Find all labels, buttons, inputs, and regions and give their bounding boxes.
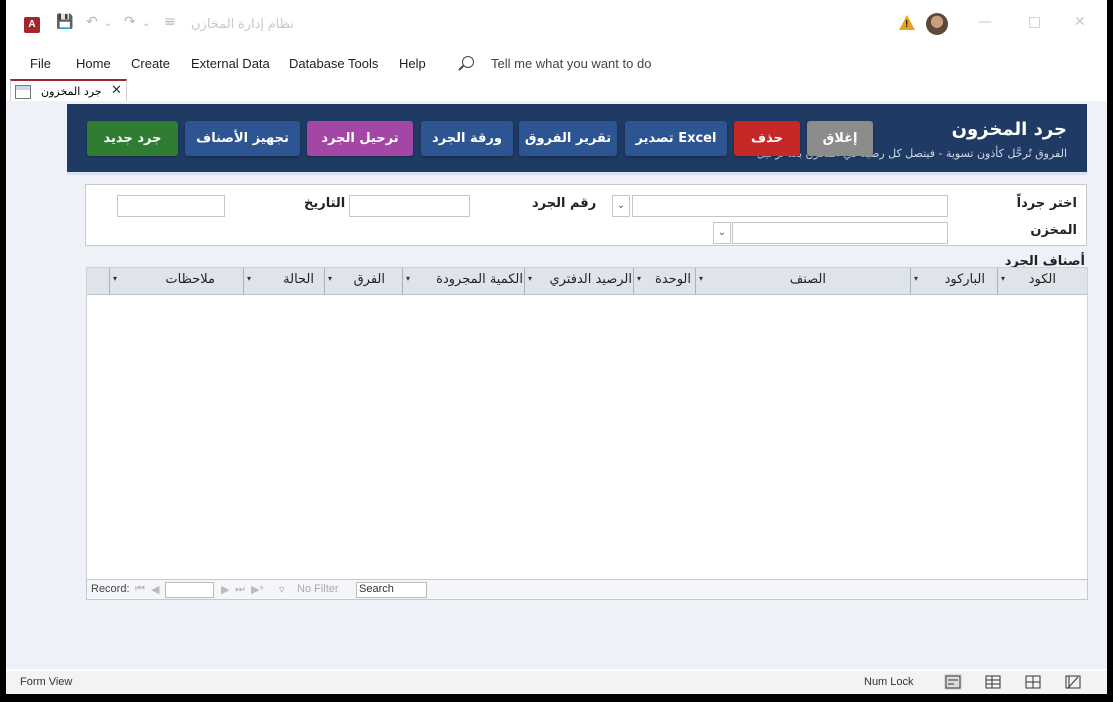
title-bar: A 💾 ↶ ⌄ ↷ ⌄ ≡ نظام إدارة المخازن ! — □ ✕	[6, 0, 1107, 50]
filter-panel: اختر جرداً ⌄ رقم الجرد التاريخ المخزن ⌄	[85, 184, 1087, 246]
first-record-icon[interactable]: ⏮	[135, 583, 145, 596]
customize-icon[interactable]: ≡	[164, 14, 176, 30]
warning-mark: !	[905, 19, 909, 30]
close-form-button[interactable]: إغلاق	[807, 121, 873, 156]
column-filter-icon[interactable]: ▾	[328, 274, 332, 283]
avatar[interactable]	[926, 13, 948, 35]
save-icon[interactable]: 💾	[56, 14, 73, 30]
document-tab-label: جرد المخزون	[41, 85, 102, 98]
record-number-field[interactable]	[165, 582, 214, 598]
next-record-icon[interactable]: ▶	[221, 583, 229, 596]
delete-button[interactable]: حذف	[734, 121, 800, 156]
inventory-sheet-button[interactable]: ورقة الجرد	[421, 121, 513, 156]
column-header-code[interactable]: ▾ الكود	[997, 268, 1068, 294]
column-header-counted-qty[interactable]: ▾ الكمية المجرودة	[402, 268, 524, 294]
search-label: Search	[359, 583, 394, 595]
num-lock-status: Num Lock	[864, 676, 914, 688]
redo-dropdown-icon[interactable]: ⌄	[142, 18, 150, 29]
column-filter-icon[interactable]: ▾	[247, 274, 251, 283]
column-filter-icon[interactable]: ▾	[528, 274, 532, 283]
warehouse-dropdown-icon[interactable]: ⌄	[713, 222, 731, 244]
choose-inventory-dropdown-icon[interactable]: ⌄	[612, 195, 630, 217]
view-status: Form View	[20, 676, 73, 688]
tab-home[interactable]: Home	[76, 56, 111, 71]
design-view-icon[interactable]	[1064, 674, 1082, 690]
column-header-book-balance[interactable]: ▾ الرصيد الدفتري	[524, 268, 633, 294]
close-icon[interactable]: ✕	[1074, 14, 1086, 30]
status-bar: Form View Num Lock	[6, 671, 1107, 694]
form-title: جرد المخزون	[951, 119, 1067, 140]
datasheet-header: ▾ الكود ▾ الباركود ▾ الصنف ▾ الوحدة ▾ ال…	[87, 268, 1087, 295]
new-inventory-button[interactable]: جرد جديد	[87, 121, 178, 156]
tell-me-box[interactable]: Tell me what you want to do	[491, 56, 651, 71]
tab-create[interactable]: Create	[131, 56, 170, 71]
prepare-items-button[interactable]: تجهيز الأصناف	[185, 121, 300, 156]
inventory-number-label: رقم الجرد	[532, 196, 597, 211]
layout-view-icon[interactable]	[1024, 674, 1042, 690]
minimize-icon[interactable]: —	[978, 14, 992, 30]
column-header-status[interactable]: ▾ الحالة	[243, 268, 324, 294]
choose-inventory-combo[interactable]	[632, 195, 948, 217]
undo-icon[interactable]: ↶	[86, 14, 98, 30]
column-header-barcode[interactable]: ▾ الباركود	[910, 268, 997, 294]
column-filter-icon[interactable]: ▾	[637, 274, 641, 283]
column-filter-icon[interactable]: ▾	[1001, 274, 1005, 283]
access-window: A 💾 ↶ ⌄ ↷ ⌄ ≡ نظام إدارة المخازن ! — □ ✕…	[6, 0, 1107, 694]
maximize-icon[interactable]: □	[1028, 14, 1041, 30]
document-tab[interactable]: جرد المخزون ✕	[10, 79, 127, 103]
form-area: جرد المخزون الفروق تُرحَّل كأذون تسوية -…	[6, 101, 1107, 669]
date-label: التاريخ	[304, 196, 346, 211]
tab-database-tools[interactable]: Database Tools	[289, 56, 378, 71]
export-excel-button[interactable]: تصدير Excel	[625, 121, 727, 156]
search-input[interactable]: Search	[356, 582, 427, 598]
column-filter-icon[interactable]: ▾	[113, 274, 117, 283]
form-header: جرد المخزون الفروق تُرحَّل كأذون تسوية -…	[67, 104, 1087, 175]
column-header-difference[interactable]: ▾ الفرق	[324, 268, 402, 294]
form-view-icon[interactable]	[944, 674, 962, 690]
column-header-notes[interactable]: ▾ ملاحظات	[109, 268, 243, 294]
filter-funnel-icon[interactable]: ▿	[279, 583, 285, 596]
column-header-unit[interactable]: ▾ الوحدة	[633, 268, 695, 294]
prev-record-icon[interactable]: ◀	[151, 583, 159, 596]
document-title: نظام إدارة المخازن	[191, 16, 294, 31]
choose-inventory-label: اختر جرداً	[1016, 196, 1077, 211]
column-filter-icon[interactable]: ▾	[914, 274, 918, 283]
tab-help[interactable]: Help	[399, 56, 426, 71]
inventory-number-field[interactable]	[349, 195, 470, 217]
record-label: Record:	[91, 583, 130, 595]
last-record-icon[interactable]: ⏭	[235, 583, 245, 596]
warehouse-label: المخزن	[1030, 223, 1077, 238]
column-header-item[interactable]: ▾ الصنف	[695, 268, 910, 294]
form-icon	[15, 85, 31, 99]
redo-icon[interactable]: ↷	[124, 14, 136, 30]
undo-dropdown-icon[interactable]: ⌄	[104, 18, 112, 29]
date-field[interactable]	[117, 195, 225, 217]
inventory-items-datasheet[interactable]: ▾ الكود ▾ الباركود ▾ الصنف ▾ الوحدة ▾ ال…	[86, 267, 1088, 581]
post-inventory-button[interactable]: ترحيل الجرد	[307, 121, 413, 156]
record-navigation-bar: Record: ⏮ ◀ ▶ ⏭ ▶* ▿ No Filter Search	[86, 579, 1088, 600]
diff-report-button[interactable]: تقرير الفروق	[519, 121, 617, 156]
close-tab-icon[interactable]: ✕	[111, 83, 122, 98]
no-filter-indicator[interactable]: No Filter	[297, 583, 339, 595]
tab-file[interactable]: File	[30, 56, 51, 71]
datasheet-view-icon[interactable]	[984, 674, 1002, 690]
warehouse-combo[interactable]	[732, 222, 948, 244]
access-app-icon[interactable]: A	[24, 17, 40, 33]
column-filter-icon[interactable]: ▾	[699, 274, 703, 283]
column-filter-icon[interactable]: ▾	[406, 274, 410, 283]
tab-external-data[interactable]: External Data	[191, 56, 270, 71]
form-subtitle: الفروق تُرحَّل كأذون تسوية - فيتصل كل رص…	[756, 147, 1067, 160]
new-record-icon[interactable]: ▶*	[251, 583, 264, 596]
lightbulb-search-icon[interactable]	[462, 56, 474, 68]
